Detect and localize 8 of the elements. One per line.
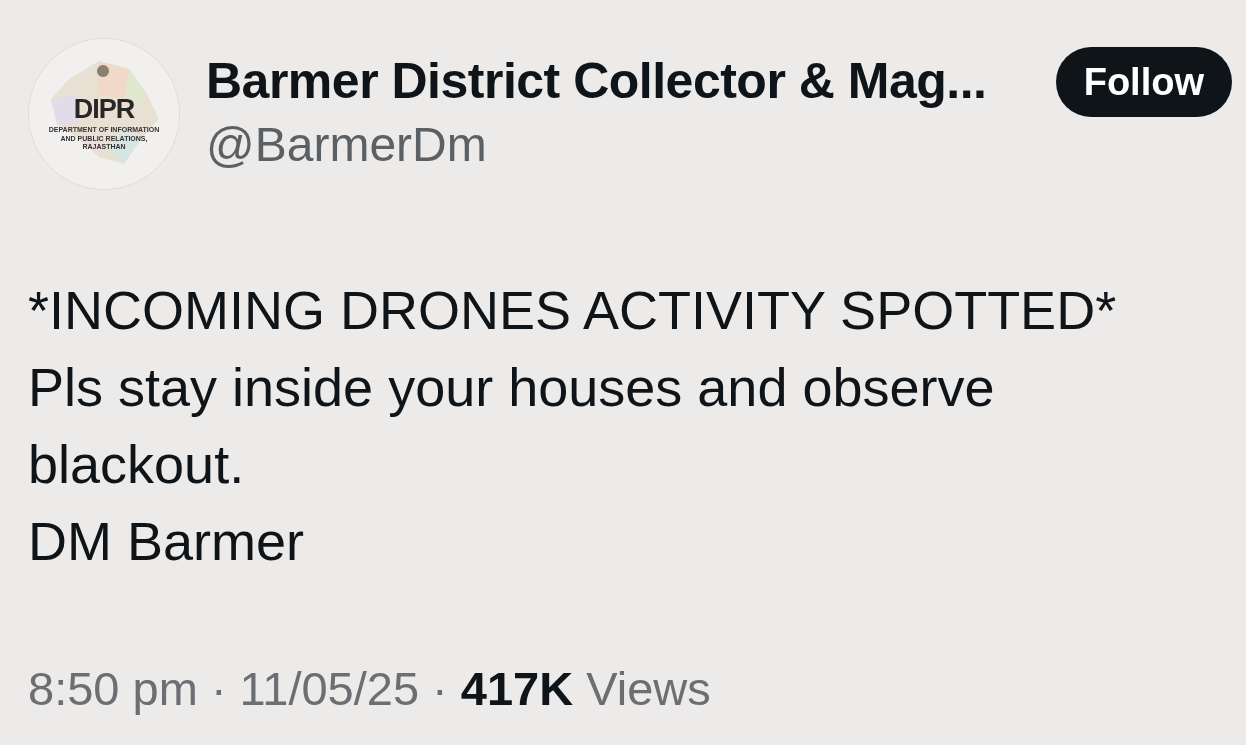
display-name[interactable]: Barmer District Collector & Mag... bbox=[206, 52, 1056, 110]
post-text: DM Barmer bbox=[28, 510, 305, 573]
post-text: *INCOMING DRONES ACTIVITY SPOTTED* bbox=[28, 279, 1118, 342]
user-handle[interactable]: @BarmerDm bbox=[206, 117, 1056, 173]
post-text: Pls stay inside your houses and observe blackout. bbox=[28, 356, 996, 496]
logo-text: DIPR bbox=[73, 96, 135, 124]
post-meta: 8:50 pm · 11/05/25 · 417K Views bbox=[28, 662, 712, 716]
follow-button[interactable]: Follow bbox=[1055, 47, 1232, 117]
